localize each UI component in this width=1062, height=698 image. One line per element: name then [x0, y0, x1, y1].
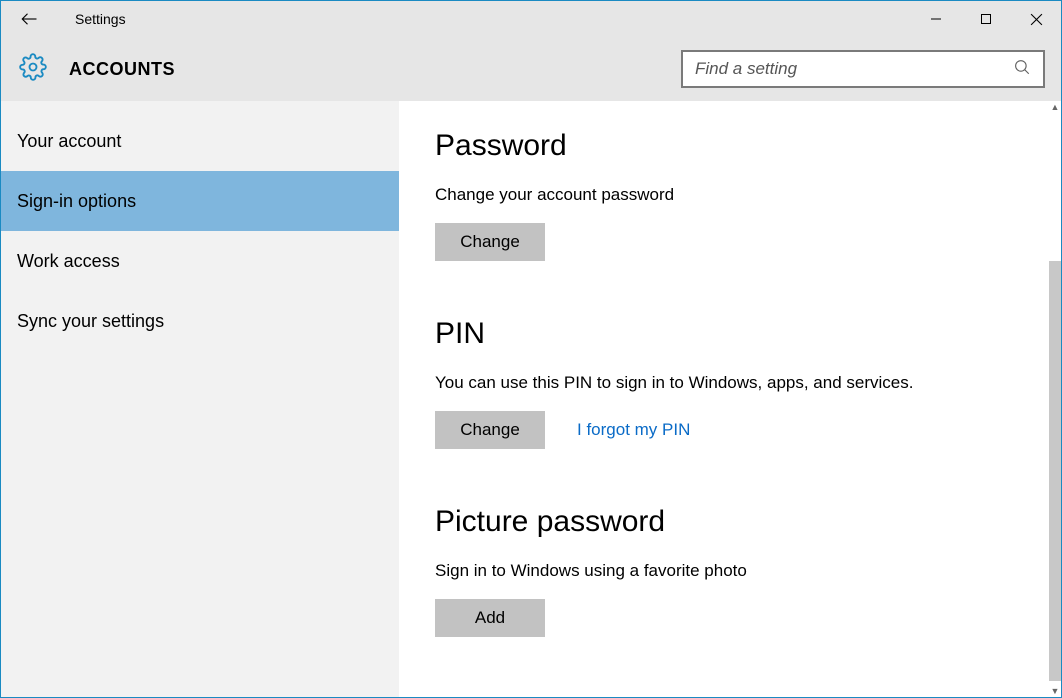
scroll-up-arrow[interactable]: ▲: [1049, 101, 1061, 113]
back-button[interactable]: [11, 1, 47, 37]
arrow-left-icon: [20, 10, 38, 28]
section-heading: Password: [435, 129, 1061, 163]
sidebar-item-label: Sign-in options: [17, 191, 136, 212]
section-password: Password Change your account password Ch…: [435, 129, 1061, 261]
sidebar-item-label: Work access: [17, 251, 120, 272]
password-change-button[interactable]: Change: [435, 223, 545, 261]
search-input[interactable]: [695, 59, 1013, 79]
window-controls: [911, 1, 1061, 37]
close-button[interactable]: [1011, 1, 1061, 37]
main-content: Password Change your account password Ch…: [399, 101, 1061, 697]
window-title: Settings: [75, 11, 126, 27]
maximize-icon: [980, 13, 992, 25]
section-title: ACCOUNTS: [69, 59, 175, 80]
picture-password-add-button[interactable]: Add: [435, 599, 545, 637]
section-desc: Sign in to Windows using a favorite phot…: [435, 561, 1061, 581]
sidebar-item-label: Your account: [17, 131, 121, 152]
body: Your account Sign-in options Work access…: [1, 101, 1061, 697]
maximize-button[interactable]: [961, 1, 1011, 37]
sidebar-item-sync-settings[interactable]: Sync your settings: [1, 291, 399, 351]
section-heading: Picture password: [435, 505, 1061, 539]
minimize-button[interactable]: [911, 1, 961, 37]
section-pin: PIN You can use this PIN to sign in to W…: [435, 317, 1061, 449]
sidebar: Your account Sign-in options Work access…: [1, 101, 399, 697]
forgot-pin-link[interactable]: I forgot my PIN: [577, 420, 690, 440]
close-icon: [1030, 13, 1043, 26]
search-icon: [1013, 58, 1031, 81]
scrollbar-thumb[interactable]: [1049, 261, 1061, 681]
section-picture-password: Picture password Sign in to Windows usin…: [435, 505, 1061, 637]
sidebar-item-work-access[interactable]: Work access: [1, 231, 399, 291]
sidebar-item-sign-in-options[interactable]: Sign-in options: [1, 171, 399, 231]
pin-change-button[interactable]: Change: [435, 411, 545, 449]
section-desc: You can use this PIN to sign in to Windo…: [435, 373, 1061, 393]
header: ACCOUNTS: [1, 37, 1061, 101]
gear-icon: [19, 53, 47, 86]
minimize-icon: [930, 13, 942, 25]
search-box[interactable]: [681, 50, 1045, 88]
sidebar-item-label: Sync your settings: [17, 311, 164, 332]
scroll-down-arrow[interactable]: ▼: [1049, 685, 1061, 697]
section-desc: Change your account password: [435, 185, 1061, 205]
section-heading: PIN: [435, 317, 1061, 351]
titlebar: Settings: [1, 1, 1061, 37]
sidebar-item-your-account[interactable]: Your account: [1, 111, 399, 171]
